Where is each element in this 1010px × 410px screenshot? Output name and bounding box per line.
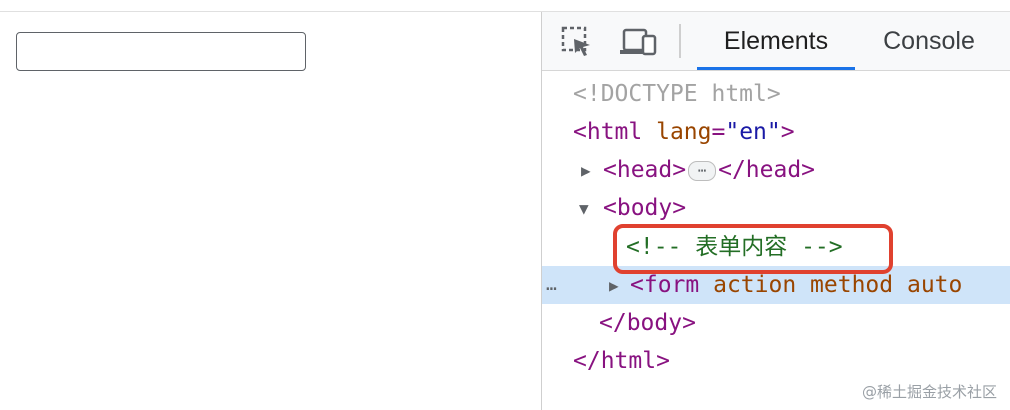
devtools-toolbar: Elements Console [542,12,1010,71]
tab-elements[interactable]: Elements [697,12,855,70]
html-attr-eq: = [711,119,726,145]
html-attr-value: "en" [725,119,781,145]
dom-node-html[interactable]: <html lang="en"> [542,113,1010,151]
head-open-tag: <head> [603,157,687,183]
form-open-tag: <form [630,272,700,298]
collapse-triangle-icon[interactable]: ▼ [579,190,589,228]
doctype-text: <!DOCTYPE html> [573,81,781,107]
body-close-tag: </body> [599,310,696,336]
tab-console[interactable]: Console [864,12,994,70]
form-attrs: action method auto [713,272,963,298]
tab-elements-label: Elements [723,26,829,55]
browser-top-bar [0,0,1010,12]
dom-node-doctype[interactable]: <!DOCTYPE html> [542,75,1010,113]
devtools-panel: Elements Console <!DOCTYPE html> <html l… [541,12,1010,410]
annotation-highlight-box [613,224,893,274]
html-attr-name: lang [656,119,712,145]
html-open-tag: <html [573,119,643,145]
html-close-tag: </html> [573,348,670,374]
expand-triangle-icon[interactable]: ▶ [581,152,591,190]
dom-tree: <!DOCTYPE html> <html lang="en"> ▶ <head… [542,70,1010,410]
page-viewport [0,12,541,410]
body-open-tag: <body> [603,195,687,221]
html-open-close: > [780,119,795,145]
collapsed-ellipsis-button[interactable]: ⋯ [688,160,717,181]
dom-node-html-close[interactable]: </html> [542,342,1010,380]
text-input-field[interactable] [16,32,306,71]
dom-node-body-close[interactable]: </body> [542,304,1010,342]
head-close-tag: </head> [718,157,816,183]
row-more-ellipsis[interactable]: … [546,266,557,304]
toolbar-separator [679,24,681,58]
inspect-element-icon[interactable] [558,23,596,61]
watermark: @稀土掘金技术社区 [861,383,997,401]
dom-node-body[interactable]: ▼ <body> [542,189,1010,227]
dom-node-head[interactable]: ▶ <head> ⋯ </head> [542,151,1010,189]
device-toolbar-icon[interactable] [620,23,658,61]
tab-console-label: Console [883,26,975,55]
